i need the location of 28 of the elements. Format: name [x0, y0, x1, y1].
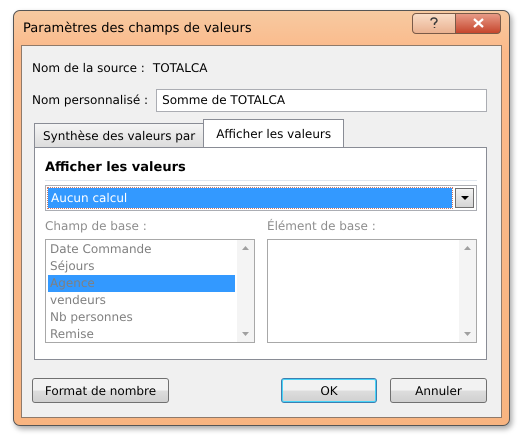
scroll-down-icon[interactable] [242, 332, 249, 336]
dropdown-value: Aucun calcul [48, 188, 452, 208]
window-title: Paramètres des champs de valeurs [23, 20, 253, 36]
list-label: Élément de base : [267, 219, 377, 233]
input-field[interactable]: Somme de TOTALCA [156, 88, 487, 112]
dialog-button[interactable]: OK [281, 378, 377, 403]
dialog-button[interactable]: Format de nombre [32, 378, 169, 403]
caret-icon [460, 196, 468, 200]
scrollbar[interactable] [237, 240, 254, 342]
dialog-button[interactable]: Annuler [390, 378, 487, 403]
dropdown[interactable]: Aucun calcul [45, 185, 477, 211]
close-icon [472, 18, 484, 28]
field-label: Nom personnalisé : [32, 93, 148, 107]
tab[interactable]: Synthèse des valeurs par [34, 123, 204, 147]
list-label: Champ de base : [45, 219, 148, 233]
close-button[interactable] [456, 12, 501, 34]
scrollbar[interactable] [459, 240, 476, 342]
help-icon [430, 17, 438, 29]
section-heading: Afficher les valeurs [45, 160, 477, 181]
source-name: TOTALCA [152, 61, 208, 75]
scroll-up-icon[interactable] [242, 246, 249, 250]
dropdown-button[interactable] [455, 188, 474, 208]
help-button[interactable] [412, 12, 456, 34]
scroll-up-icon[interactable] [464, 246, 471, 250]
scroll-down-icon[interactable] [464, 332, 471, 336]
list-box[interactable] [267, 239, 477, 343]
field-label: Nom de la source : [32, 61, 145, 75]
tab[interactable]: Afficher les valeurs [203, 119, 344, 147]
